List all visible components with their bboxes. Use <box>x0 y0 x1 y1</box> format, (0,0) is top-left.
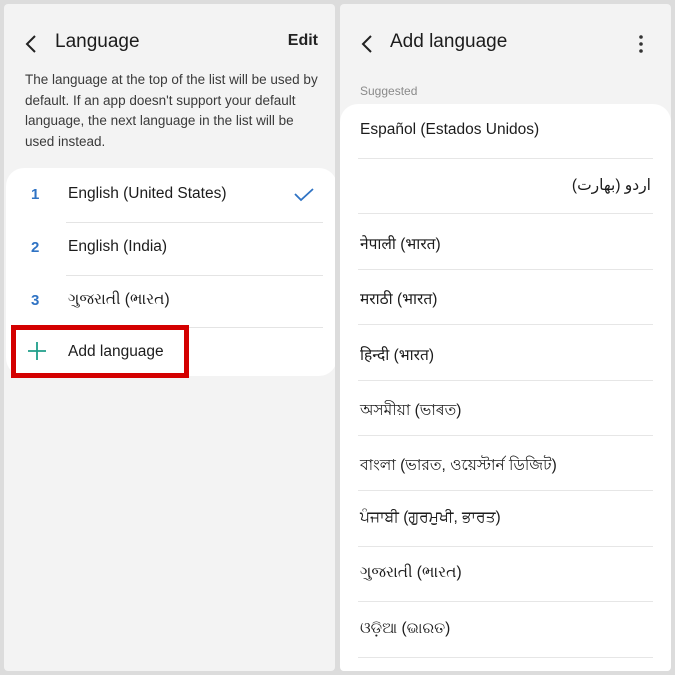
suggested-language-list: Español (Estados Unidos) اردو (بھارت) ने… <box>340 104 671 671</box>
suggested-language-item[interactable]: বাংলা (ভারত, ওয়েস্টার্ন ডিজিট) <box>340 436 671 491</box>
check-icon <box>294 188 314 202</box>
language-order-number: 3 <box>31 292 40 309</box>
back-arrow-icon[interactable] <box>358 34 378 54</box>
language-order-number: 2 <box>31 239 40 256</box>
language-label: Español (Estados Unidos) <box>360 121 540 138</box>
add-language-button[interactable]: Add language <box>6 328 335 376</box>
suggested-language-item[interactable]: मराठी (भारत) <box>340 270 671 325</box>
description-text: The language at the top of the list will… <box>25 72 318 149</box>
language-label: ଓଡ଼ିଆ (ଭାରତ) <box>360 620 451 637</box>
page-title: Add language <box>390 31 508 52</box>
section-label-suggested: Suggested <box>360 84 418 98</box>
back-arrow-icon[interactable] <box>22 34 42 54</box>
suggested-language-item[interactable]: اردو (بھارت) <box>340 159 671 214</box>
add-language-label: Add language <box>68 343 164 360</box>
language-screen: Language Edit The language at the top of… <box>4 4 335 671</box>
suggested-language-item[interactable]: Español (Estados Unidos) <box>340 104 671 159</box>
language-label: ગુજરાતી (ભારત) <box>68 291 170 308</box>
divider <box>358 490 653 491</box>
language-item[interactable]: 1 English (United States) <box>6 170 335 222</box>
add-language-header: Add language <box>340 26 671 62</box>
language-list: 1 English (United States) 2 English (Ind… <box>6 168 335 376</box>
language-label: অসমীয়া (ভাৰত) <box>360 402 462 419</box>
language-label: English (India) <box>68 238 168 255</box>
language-item[interactable]: 3 ગુજરાતી (ભારત) <box>6 276 335 328</box>
language-item[interactable]: 2 English (India) <box>6 223 335 275</box>
suggested-language-item[interactable]: ਪੰਜਾਬੀ (ਗੁਰਮੁਖੀ, ਭਾਰਤ) <box>340 492 671 547</box>
divider <box>358 213 653 214</box>
edit-button[interactable]: Edit <box>288 32 318 50</box>
more-options-icon[interactable] <box>629 32 653 56</box>
language-label: हिन्दी (भारत) <box>360 347 434 364</box>
language-label: اردو (بھارت) <box>571 177 651 194</box>
plus-icon <box>28 342 46 360</box>
divider <box>358 601 653 602</box>
language-label: বাংলা (ভারত, ওয়েস্টার্ন ডিজিট) <box>360 457 557 474</box>
divider <box>358 657 653 658</box>
language-label: English (United States) <box>68 185 227 202</box>
divider <box>358 324 653 325</box>
suggested-language-item[interactable]: ગુજરાતી (ભારત) <box>340 547 671 602</box>
language-header: Language Edit <box>4 26 335 62</box>
language-label: ગુજરાતી (ભારત) <box>360 564 462 581</box>
suggested-language-item[interactable]: हिन्दी (भारत) <box>340 326 671 381</box>
suggested-language-item[interactable]: ଓଡ଼ିଆ (ଭାରତ) <box>340 603 671 658</box>
language-label: नेपाली (भारत) <box>360 236 441 253</box>
add-language-screen: Add language Suggested Español (Estados … <box>340 4 671 671</box>
language-label: मराठी (भारत) <box>360 291 438 308</box>
language-order-number: 1 <box>31 186 40 203</box>
suggested-language-item[interactable]: অসমীয়া (ভাৰত) <box>340 381 671 436</box>
suggested-language-item[interactable]: नेपाली (भारत) <box>340 215 671 270</box>
page-title: Language <box>55 31 140 52</box>
language-label: ਪੰਜਾਬੀ (ਗੁਰਮੁਖੀ, ਭਾਰਤ) <box>360 509 501 526</box>
